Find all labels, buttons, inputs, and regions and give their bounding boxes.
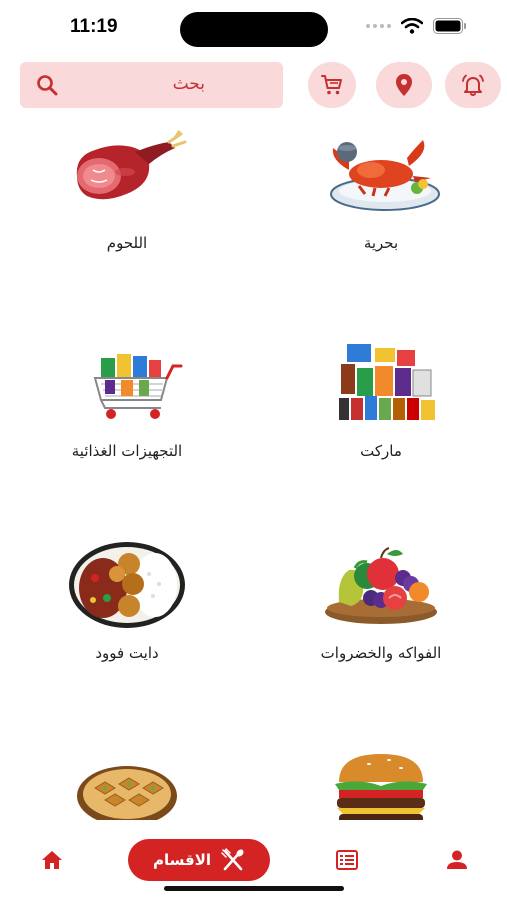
home-icon[interactable] <box>41 850 63 870</box>
diet-food-image <box>65 540 189 630</box>
header: بحث <box>0 60 507 110</box>
sweets-image <box>65 762 189 820</box>
wifi-icon <box>401 18 423 34</box>
search-icon <box>37 75 58 96</box>
battery-icon <box>433 18 466 34</box>
cart-icon <box>321 75 342 95</box>
category-label: الفواكه والخضروات <box>320 644 442 662</box>
notifications-button[interactable] <box>445 62 501 108</box>
status-bar: 11:19 <box>0 0 507 56</box>
fruits-vegetables-image <box>319 540 443 630</box>
sections-label: الاقسام <box>152 851 212 869</box>
burger-image <box>319 748 443 820</box>
seafood-image <box>319 130 443 220</box>
search-input[interactable]: بحث <box>20 62 283 108</box>
cart-button[interactable] <box>308 62 356 108</box>
category-label: اللحوم <box>106 234 148 252</box>
category-market[interactable]: ماركت <box>281 338 481 460</box>
orders-list-icon[interactable] <box>336 850 358 870</box>
category-label: دايت فوود <box>95 644 159 662</box>
utensils-icon <box>221 848 244 871</box>
status-icons <box>366 18 467 34</box>
category-label: ماركت <box>360 442 402 460</box>
food-supplies-image <box>65 338 189 428</box>
category-diet-food[interactable]: دايت فوود <box>27 540 227 662</box>
location-button[interactable] <box>376 62 432 108</box>
meat-image <box>65 130 189 220</box>
sections-button[interactable]: الاقسام <box>128 839 270 881</box>
category-seafood[interactable]: بحرية <box>281 130 481 252</box>
home-indicator <box>164 886 344 891</box>
status-time: 11:19 <box>70 16 118 37</box>
category-meat[interactable]: اللحوم <box>27 130 227 252</box>
category-label: التجهيزات الغذائية <box>71 442 183 460</box>
location-pin-icon <box>396 74 412 96</box>
bottom-nav: الاقسام <box>0 830 507 900</box>
profile-icon[interactable] <box>446 850 468 870</box>
category-fruits-vegetables[interactable]: الفواكه والخضروات <box>281 540 481 662</box>
signal-icon <box>366 24 391 28</box>
category-burger[interactable] <box>281 748 481 820</box>
search-placeholder: بحث <box>172 74 205 94</box>
category-sweets[interactable] <box>27 762 227 820</box>
bell-icon <box>462 74 484 96</box>
market-image <box>319 338 443 428</box>
category-label: بحرية <box>363 234 399 252</box>
dynamic-island <box>180 12 328 47</box>
category-food-supplies[interactable]: التجهيزات الغذائية <box>27 338 227 460</box>
